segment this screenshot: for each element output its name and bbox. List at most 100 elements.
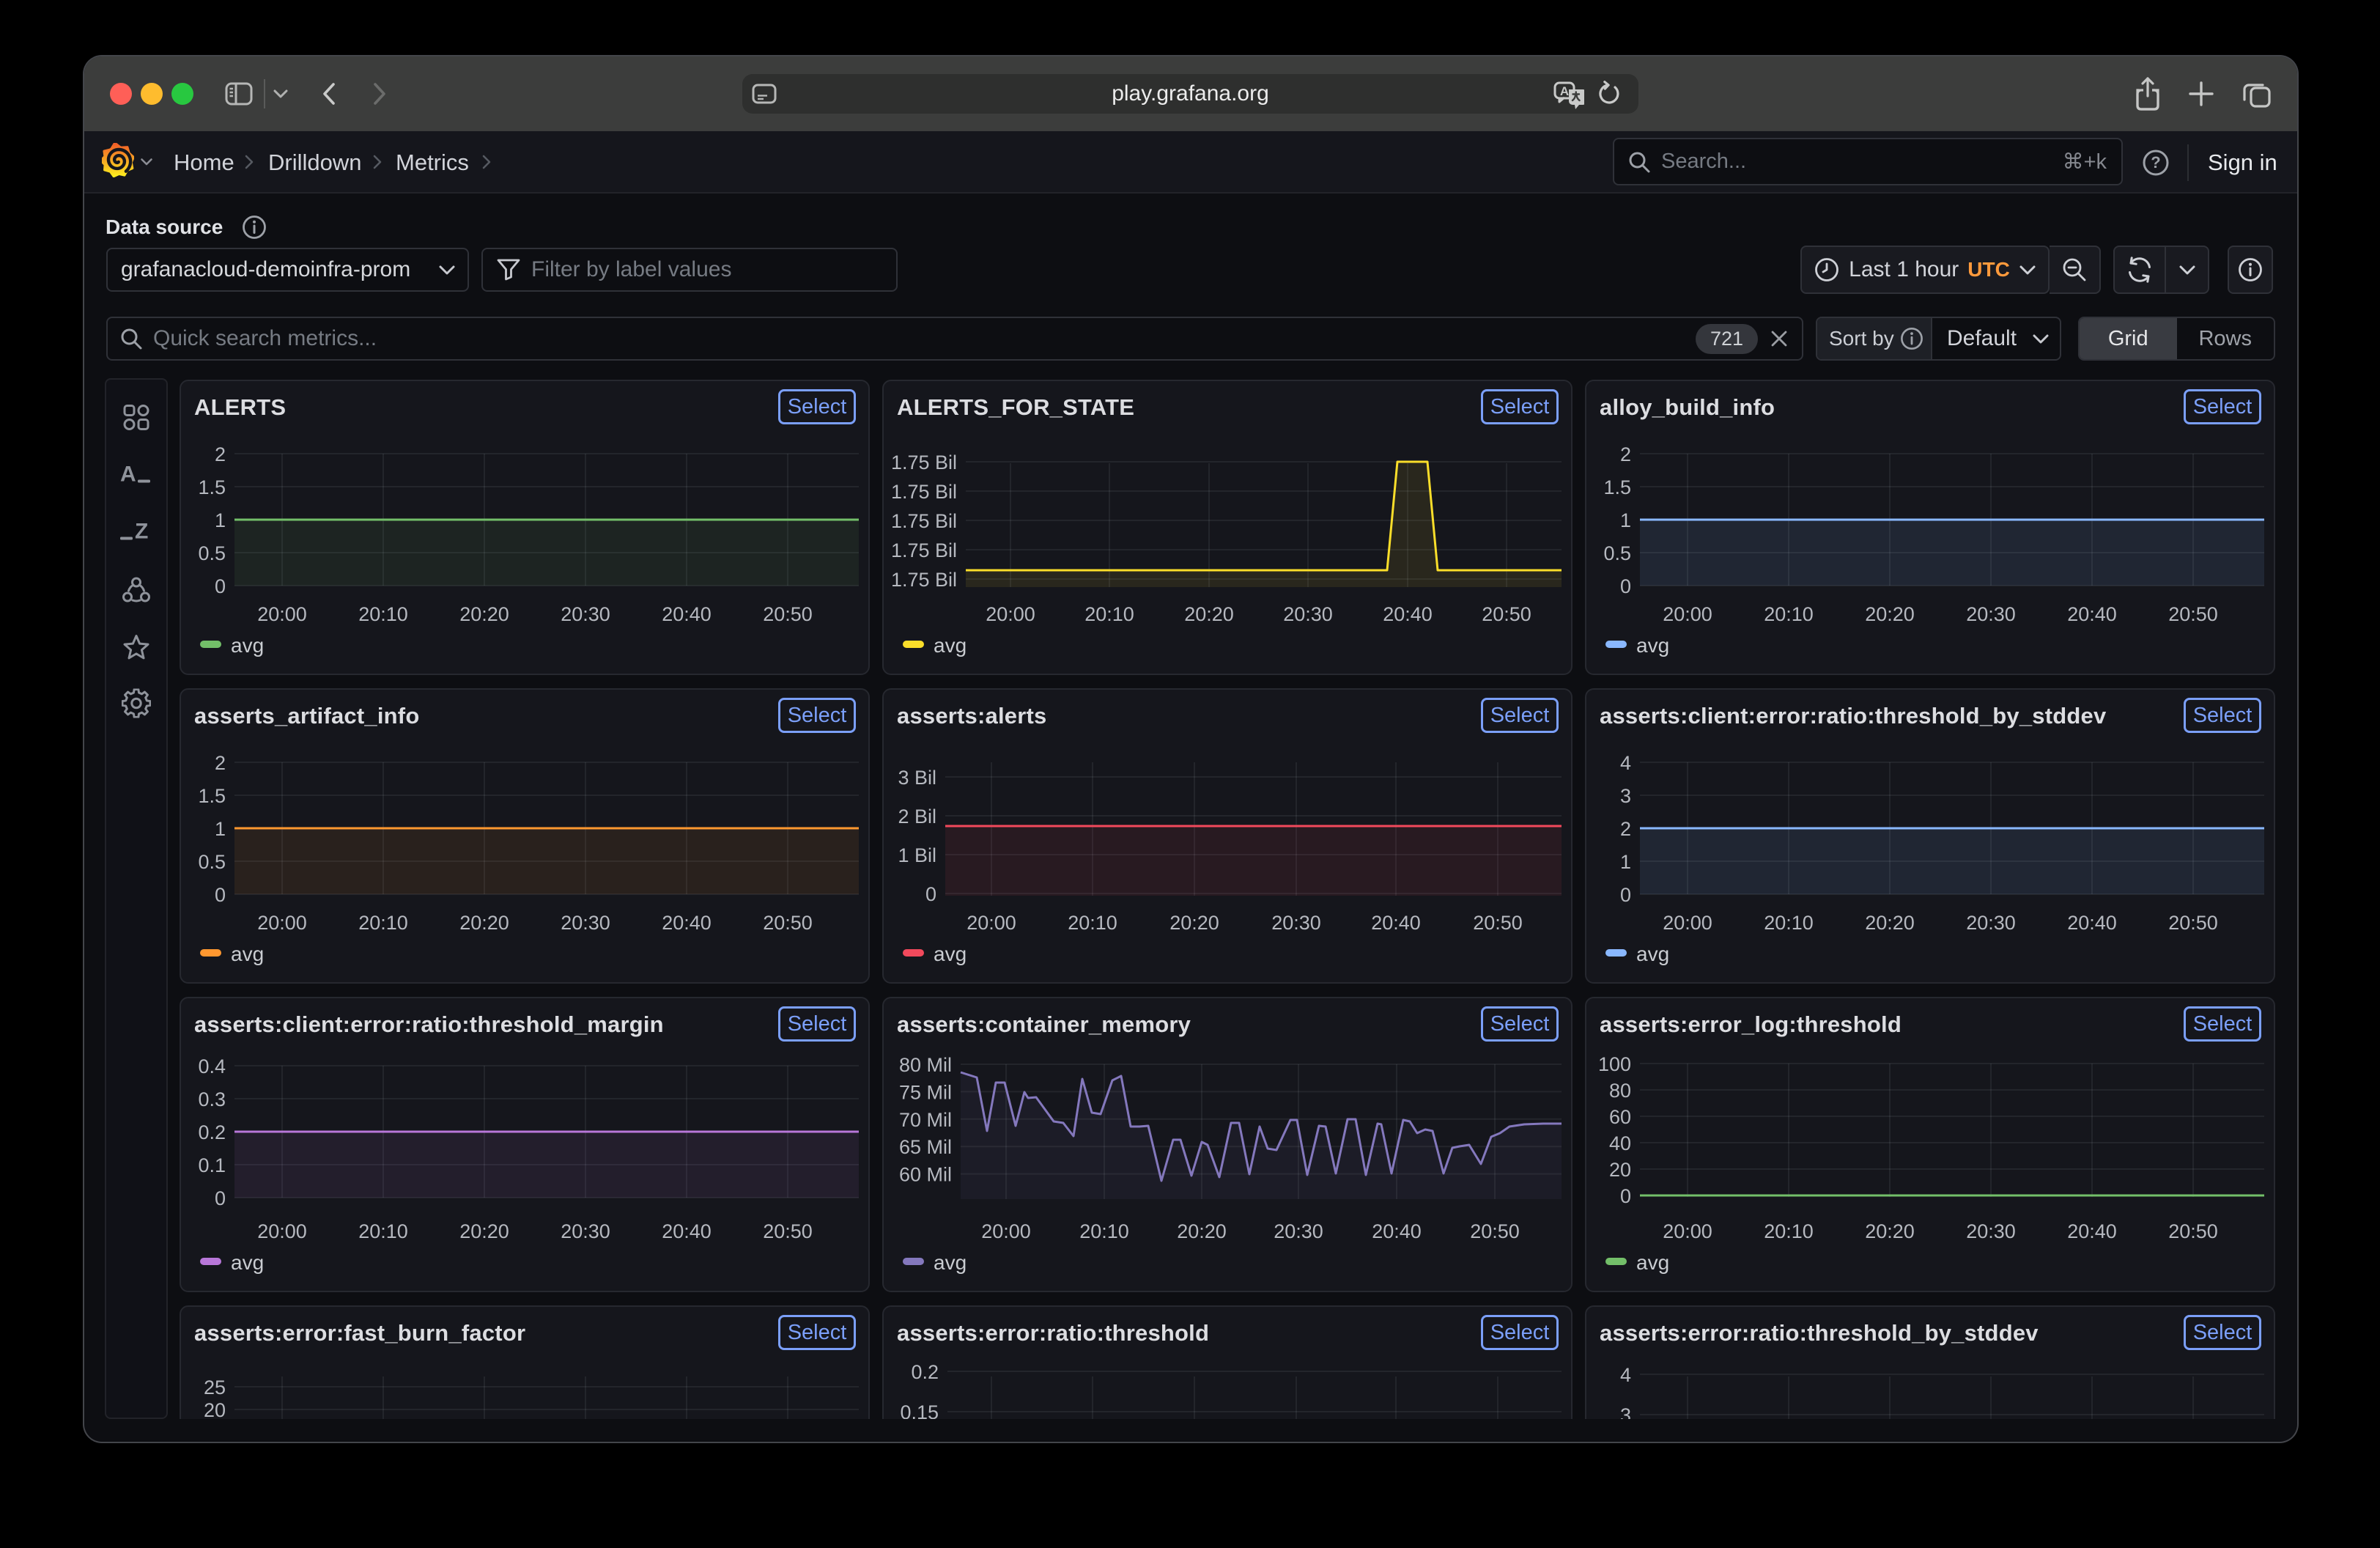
svg-text:20:20: 20:20 <box>459 912 509 934</box>
svg-text:0: 0 <box>1620 575 1631 597</box>
svg-text:20:10: 20:10 <box>358 912 408 934</box>
svg-text:20:10: 20:10 <box>1764 603 1814 625</box>
svg-text:0.5: 0.5 <box>198 542 226 564</box>
svg-text:80 Mil: 80 Mil <box>899 1054 952 1076</box>
svg-text:40: 40 <box>1609 1132 1631 1154</box>
svg-text:25: 25 <box>204 1376 226 1398</box>
svg-text:?: ? <box>2151 153 2160 172</box>
svg-text:20:50: 20:50 <box>1482 603 1531 625</box>
svg-text:avg: avg <box>1636 634 1669 657</box>
svg-text:20:10: 20:10 <box>1084 603 1134 625</box>
svg-text:avg: avg <box>231 634 264 657</box>
svg-text:avg: avg <box>934 634 967 657</box>
svg-text:2: 2 <box>215 752 226 774</box>
svg-text:1.75 Bil: 1.75 Bil <box>891 569 957 591</box>
svg-text:Z: Z <box>135 520 148 544</box>
svg-text:0: 0 <box>215 884 226 906</box>
svg-text:20:50: 20:50 <box>1470 1220 1520 1242</box>
svg-text:20:30: 20:30 <box>1283 603 1333 625</box>
svg-text:2 Bil: 2 Bil <box>898 806 936 828</box>
svg-text:20:30: 20:30 <box>1966 1220 2016 1242</box>
svg-text:20:50: 20:50 <box>1473 912 1523 934</box>
svg-text:20:00: 20:00 <box>1663 1220 1712 1242</box>
svg-text:20:10: 20:10 <box>1764 1220 1814 1242</box>
svg-text:1.5: 1.5 <box>1603 476 1631 498</box>
svg-text:2: 2 <box>215 443 226 465</box>
svg-text:20:10: 20:10 <box>358 603 408 625</box>
svg-text:0: 0 <box>1620 884 1631 906</box>
svg-text:avg: avg <box>934 943 967 965</box>
svg-text:20:30: 20:30 <box>561 1220 610 1242</box>
svg-text:20: 20 <box>204 1399 226 1419</box>
svg-text:20:30: 20:30 <box>561 603 610 625</box>
svg-text:20:00: 20:00 <box>257 603 307 625</box>
svg-text:20:40: 20:40 <box>662 1220 712 1242</box>
svg-text:20:40: 20:40 <box>2067 912 2117 934</box>
svg-text:20:50: 20:50 <box>2168 603 2218 625</box>
svg-text:20:00: 20:00 <box>967 912 1016 934</box>
svg-text:20:50: 20:50 <box>763 1220 813 1242</box>
svg-text:0: 0 <box>215 1187 226 1209</box>
svg-text:20:40: 20:40 <box>1383 603 1433 625</box>
svg-text:0.2: 0.2 <box>911 1361 939 1383</box>
svg-text:0: 0 <box>925 883 936 905</box>
svg-text:3: 3 <box>1620 1404 1631 1419</box>
svg-text:20:40: 20:40 <box>662 912 712 934</box>
svg-text:0: 0 <box>1620 1185 1631 1207</box>
svg-text:A: A <box>1560 84 1569 98</box>
svg-text:A: A <box>120 462 136 487</box>
svg-text:20:20: 20:20 <box>1865 1220 1915 1242</box>
svg-text:20:20: 20:20 <box>1169 912 1219 934</box>
svg-text:65 Mil: 65 Mil <box>899 1136 952 1158</box>
svg-text:avg: avg <box>934 1251 967 1274</box>
svg-text:1: 1 <box>215 818 226 840</box>
svg-text:avg: avg <box>1636 1251 1669 1274</box>
svg-text:0.1: 0.1 <box>198 1154 226 1176</box>
svg-text:3 Bil: 3 Bil <box>898 767 936 789</box>
svg-text:3: 3 <box>1620 785 1631 807</box>
svg-text:20:00: 20:00 <box>986 603 1035 625</box>
svg-text:0.2: 0.2 <box>198 1121 226 1143</box>
svg-text:1.5: 1.5 <box>198 476 226 498</box>
svg-text:avg: avg <box>231 943 264 965</box>
svg-text:0.4: 0.4 <box>198 1055 226 1077</box>
svg-text:1: 1 <box>1620 851 1631 873</box>
svg-text:20:20: 20:20 <box>1184 603 1234 625</box>
svg-text:avg: avg <box>1636 943 1669 965</box>
svg-text:avg: avg <box>231 1251 264 1274</box>
svg-text:20:00: 20:00 <box>257 1220 307 1242</box>
svg-text:20:20: 20:20 <box>1865 912 1915 934</box>
svg-text:20:30: 20:30 <box>1966 603 2016 625</box>
svg-text:70 Mil: 70 Mil <box>899 1109 952 1131</box>
svg-text:1: 1 <box>215 509 226 531</box>
svg-text:20:50: 20:50 <box>763 603 813 625</box>
svg-text:20:10: 20:10 <box>1079 1220 1129 1242</box>
svg-text:2: 2 <box>1620 443 1631 465</box>
svg-text:20:20: 20:20 <box>1865 603 1915 625</box>
svg-text:1.75 Bil: 1.75 Bil <box>891 452 957 473</box>
svg-text:20:10: 20:10 <box>1068 912 1117 934</box>
svg-text:20:40: 20:40 <box>1371 912 1421 934</box>
svg-text:20:00: 20:00 <box>257 912 307 934</box>
svg-text:1: 1 <box>1620 509 1631 531</box>
svg-text:20:40: 20:40 <box>1372 1220 1422 1242</box>
svg-text:1 Bil: 1 Bil <box>898 844 936 866</box>
svg-text:20:40: 20:40 <box>2067 1220 2117 1242</box>
svg-text:20: 20 <box>1609 1159 1631 1181</box>
svg-text:0.3: 0.3 <box>198 1088 226 1110</box>
svg-text:20:30: 20:30 <box>561 912 610 934</box>
svg-text:20:20: 20:20 <box>459 603 509 625</box>
svg-text:4: 4 <box>1620 752 1631 774</box>
svg-text:0.5: 0.5 <box>198 851 226 873</box>
svg-text:0.5: 0.5 <box>1603 542 1631 564</box>
svg-text:20:50: 20:50 <box>763 912 813 934</box>
svg-text:1.75 Bil: 1.75 Bil <box>891 539 957 561</box>
svg-text:20:30: 20:30 <box>1966 912 2016 934</box>
svg-text:0.15: 0.15 <box>900 1401 939 1419</box>
svg-text:20:40: 20:40 <box>662 603 712 625</box>
svg-text:20:30: 20:30 <box>1274 1220 1323 1242</box>
svg-text:2: 2 <box>1620 818 1631 840</box>
svg-text:1.75 Bil: 1.75 Bil <box>891 481 957 503</box>
svg-text:75 Mil: 75 Mil <box>899 1081 952 1103</box>
svg-text:1.75 Bil: 1.75 Bil <box>891 510 957 532</box>
